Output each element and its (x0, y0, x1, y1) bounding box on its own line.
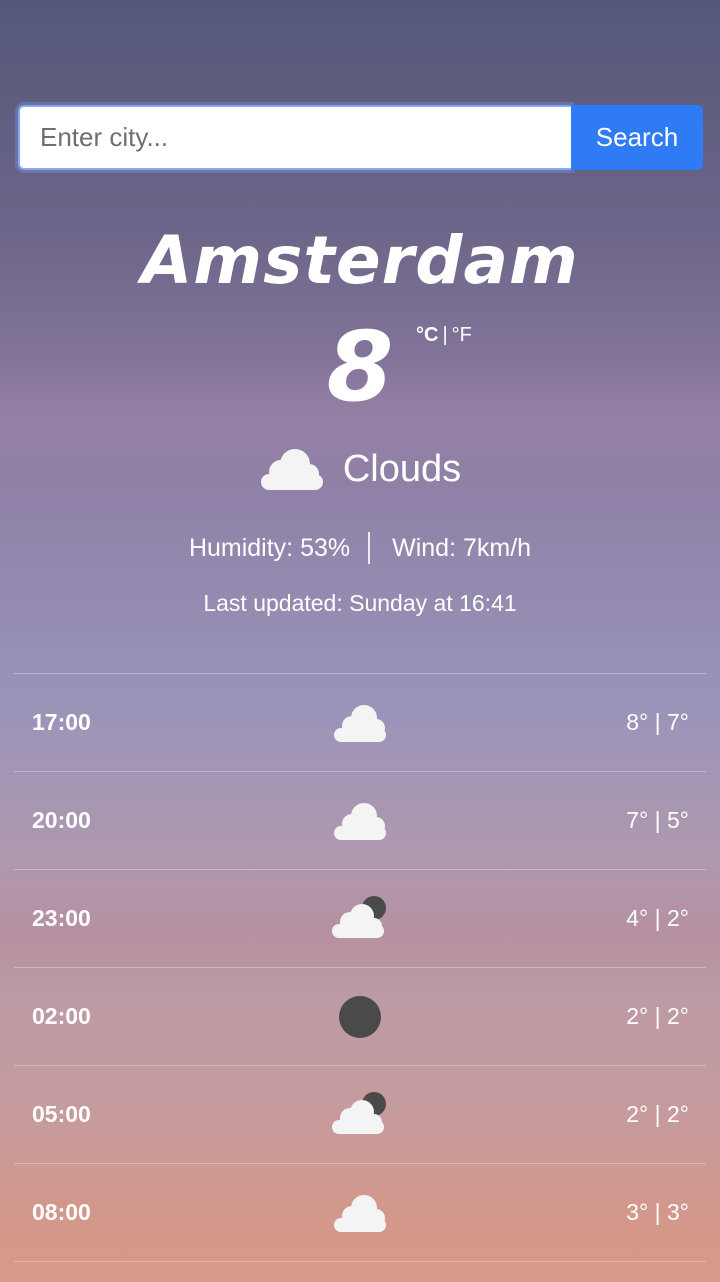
cloud-icon (334, 803, 386, 840)
forecast-row: 17:00 8° | 7° (14, 674, 706, 772)
forecast-range: 8° | 7° (626, 709, 689, 735)
celsius-link[interactable]: °C (416, 324, 438, 346)
forecast-time: 23:00 (32, 905, 91, 931)
details-divider (368, 532, 371, 564)
last-updated: Last updated: Sunday at 16:41 (203, 590, 517, 616)
forecast-range: 2° | 2° (626, 1003, 689, 1029)
moon-icon (339, 996, 381, 1038)
cloud-moon-icon (332, 896, 386, 938)
search-button[interactable]: Search (571, 105, 703, 170)
cloud-icon (334, 1195, 386, 1232)
forecast-row: 23:00 4° | 2° (14, 870, 706, 968)
forecast-list: 17:00 8° | 7° 20:00 7° | 5° 23:00 4° | 2… (14, 673, 706, 1262)
forecast-range: 2° | 2° (626, 1101, 689, 1127)
forecast-time: 08:00 (32, 1199, 91, 1225)
cloud-icon (260, 449, 323, 490)
forecast-row: 05:00 2° | 2° (14, 1066, 706, 1164)
current-condition: Clouds (0, 446, 720, 492)
fahrenheit-link[interactable]: °F (452, 324, 472, 346)
search-form: Search (18, 105, 703, 170)
temperature-block: 8 (0, 312, 720, 422)
current-temperature: 8 (326, 311, 394, 423)
forecast-row: 02:00 2° | 2° (14, 968, 706, 1066)
unit-toggle: °C | °F (416, 324, 472, 347)
forecast-row: 08:00 3° | 3° (14, 1164, 706, 1262)
weather-details: Humidity: 53% Wind: 7km/h (0, 532, 720, 564)
forecast-time: 17:00 (32, 709, 91, 735)
forecast-range: 7° | 5° (626, 807, 689, 833)
humidity-text: Humidity: 53% (188, 533, 351, 562)
unit-separator: | (442, 324, 448, 346)
search-input[interactable] (18, 105, 571, 170)
condition-text: Clouds (342, 447, 462, 490)
forecast-time: 20:00 (32, 807, 91, 833)
forecast-time: 05:00 (32, 1101, 91, 1127)
forecast-range: 3° | 3° (626, 1199, 689, 1225)
wind-text: Wind: 7km/h (392, 533, 532, 562)
forecast-time: 02:00 (32, 1003, 91, 1029)
cloud-moon-icon (332, 1092, 386, 1134)
forecast-range: 4° | 2° (626, 905, 689, 931)
forecast-row: 20:00 7° | 5° (14, 772, 706, 870)
city-name: Amsterdam (141, 222, 579, 299)
cloud-icon (334, 705, 386, 742)
